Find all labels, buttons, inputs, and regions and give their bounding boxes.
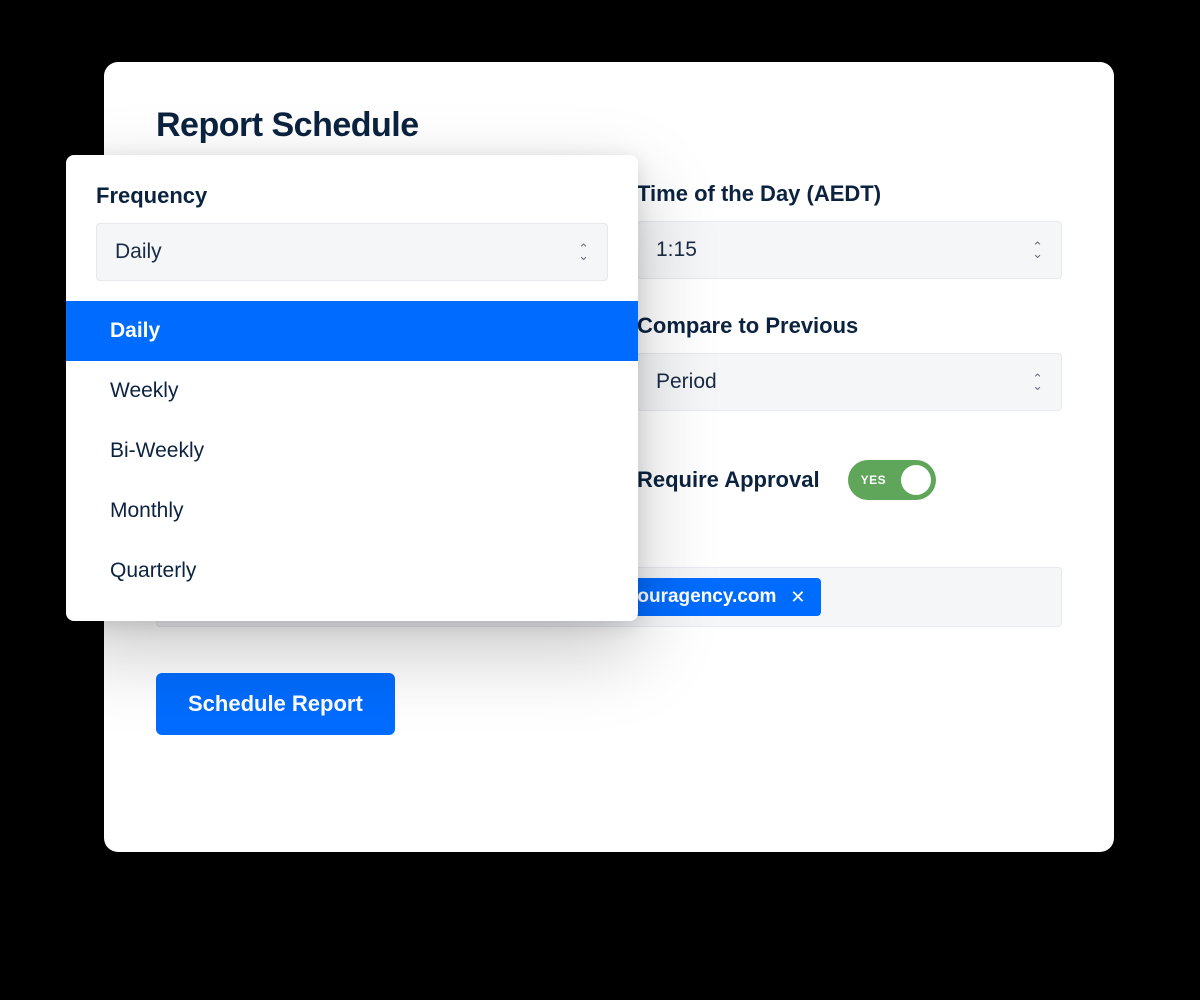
stepper-icon: ⌃⌄ [578,245,589,259]
frequency-popover: Frequency Daily ⌃⌄ Daily Weekly Bi-Weekl… [66,155,638,621]
frequency-option-weekly[interactable]: Weekly [66,361,638,421]
frequency-select-value: Daily [115,240,162,264]
close-icon[interactable]: ✕ [790,587,805,608]
schedule-report-button[interactable]: Schedule Report [156,673,395,735]
require-approval-label: Require Approval [637,467,820,493]
require-approval-toggle[interactable]: YES [848,460,936,500]
toggle-knob [901,465,931,495]
page-title: Report Schedule [156,106,1062,145]
compare-value: Period [656,370,717,394]
frequency-option-monthly[interactable]: Monthly [66,481,638,541]
stepper-icon: ⌃⌄ [1032,243,1043,257]
time-of-day-select[interactable]: 1:15 ⌃⌄ [637,221,1062,279]
frequency-option-daily[interactable]: Daily [66,301,638,361]
toggle-state-text: YES [861,473,887,487]
require-approval-field: Require Approval YES [637,453,1062,507]
time-of-day-field: Time of the Day (AEDT) 1:15 ⌃⌄ [637,181,1062,279]
compare-field: Compare to Previous Period ⌃⌄ [637,313,1062,413]
frequency-label: Frequency [66,183,638,223]
compare-select[interactable]: Period ⌃⌄ [637,353,1062,411]
time-of-day-value: 1:15 [656,238,697,262]
frequency-option-biweekly[interactable]: Bi-Weekly [66,421,638,481]
compare-label: Compare to Previous [637,313,1062,339]
frequency-dropdown-list: Daily Weekly Bi-Weekly Monthly Quarterly [66,299,638,609]
stepper-icon: ⌃⌄ [1032,375,1043,389]
frequency-option-quarterly[interactable]: Quarterly [66,541,638,601]
time-of-day-label: Time of the Day (AEDT) [637,181,1062,207]
frequency-select[interactable]: Daily ⌃⌄ [96,223,608,281]
